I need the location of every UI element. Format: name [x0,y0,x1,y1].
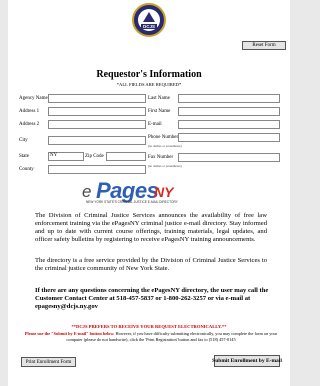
directory-paragraph: The directory is a free service provided… [35,257,267,272]
state-field[interactable]: NY [48,152,84,161]
logo-caption: NEW YORK STATE'S CRIMINAL JUSTICE E-MAIL… [86,200,178,204]
fax-hint: (no dashes or parentheses) [148,164,182,168]
address2-field[interactable] [48,120,146,129]
fax-number-label: Fax Number [148,155,174,160]
seal-text: DCJS [143,24,155,29]
first-name-field[interactable] [178,107,280,116]
address1-field[interactable] [48,107,146,116]
phone-number-field[interactable] [178,133,280,142]
city-field[interactable] [48,136,146,145]
form-page: DCJS Reset Form Requestor's Information … [8,0,290,386]
print-enrollment-button[interactable]: Print Enrollment Form [21,357,76,367]
electronic-preference-notice: **DCJS PREFERS TO RECEIVE YOUR REQUEST E… [71,324,227,329]
contact-paragraph: If there are any questions concerning th… [35,287,269,311]
announcement-paragraph: The Division of Criminal Justice Service… [35,212,267,243]
agency-name-label: Agency Name [19,96,48,101]
dcjs-seal-logo: DCJS [132,3,166,37]
zip-code-field[interactable] [106,152,146,161]
fax-number-field[interactable] [178,153,280,162]
epagesny-logo: e Pages NY NEW YORK STATE'S CRIMINAL JUS… [76,176,186,206]
address2-label: Address 2 [19,122,40,127]
county-label: County [19,167,34,172]
email-field[interactable] [178,120,280,129]
zip-code-label: Zip Code [85,154,104,159]
last-name-label: Last Name [148,96,170,101]
email-label: E-mail [148,122,162,127]
first-name-label: First Name [148,109,171,114]
address1-label: Address 1 [19,109,40,114]
submit-instruction-highlight: Please use the "Submit by E-mail" button… [24,331,115,336]
form-title: Requestor's Information [96,69,202,80]
agency-name-field[interactable] [48,94,146,103]
logo-e-text: e [82,182,92,201]
submit-by-email-button[interactable]: Submit Enrollment by E-mail [212,355,282,367]
reset-form-button[interactable]: Reset Form [242,41,286,50]
submission-instructions: Please use the "Submit by E-mail" button… [20,331,282,343]
county-field[interactable] [48,165,146,174]
phone-number-label: Phone Number [148,135,179,140]
phone-hint: (no dashes or parentheses) [148,144,182,148]
city-label: City [19,138,28,143]
state-label: State [19,154,29,159]
last-name-field[interactable] [178,94,280,103]
logo-ny-text: NY [154,184,174,200]
required-notice: *ALL FIELDS ARE REQUIRED* [116,82,182,87]
